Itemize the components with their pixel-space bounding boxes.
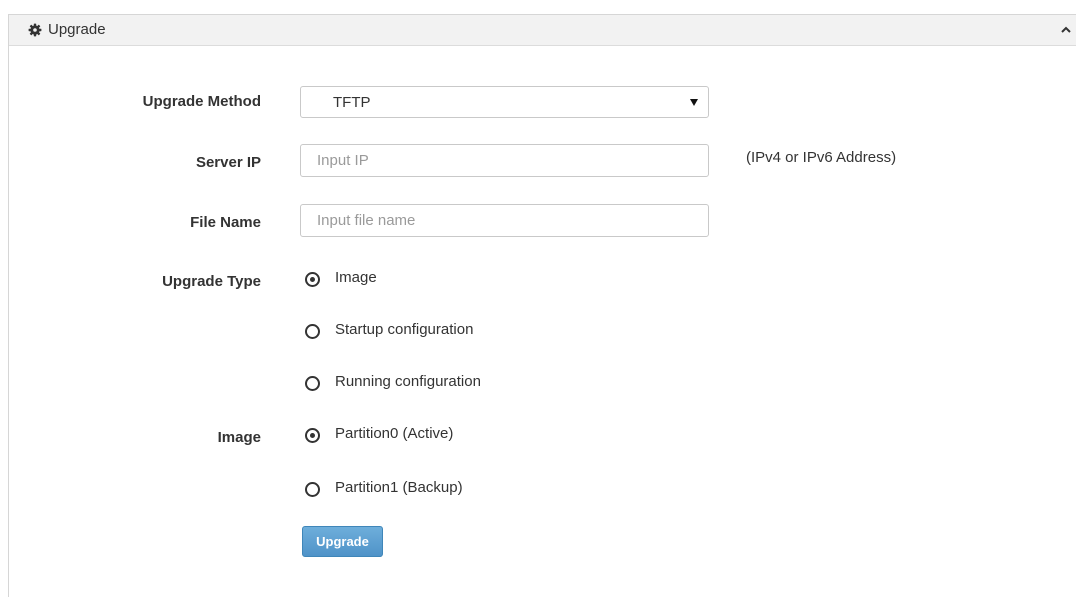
radio-button[interactable] (305, 324, 320, 339)
radio-label: Image (335, 269, 377, 286)
radio-button[interactable] (305, 376, 320, 391)
file-name-label: File Name (190, 214, 261, 231)
radio-selected-dot (310, 433, 315, 438)
upgrade-button[interactable]: Upgrade (302, 526, 383, 557)
radio-button[interactable] (305, 428, 320, 443)
upgrade-type-label: Upgrade Type (162, 273, 261, 290)
file-name-input[interactable] (300, 204, 709, 237)
server-ip-label: Server IP (195, 154, 261, 171)
gear-icon (28, 23, 42, 37)
radio-label: Startup configuration (335, 321, 474, 338)
panel-title: Upgrade (48, 21, 106, 38)
panel-header: Upgrade (9, 15, 1076, 46)
upgrade-panel: Upgrade Upgrade Method TFTP Server IP (I… (8, 14, 1076, 597)
radio-label: Running configuration (335, 373, 481, 390)
chevron-up-icon[interactable] (1060, 24, 1072, 36)
upgrade-method-select[interactable]: TFTP (300, 86, 709, 118)
radio-selected-dot (310, 277, 315, 282)
upgrade-method-label: Upgrade Method (142, 93, 261, 110)
radio-button[interactable] (305, 272, 320, 287)
upgrade-method-value: TFTP (333, 94, 371, 111)
radio-label: Partition1 (Backup) (335, 479, 463, 496)
radio-label: Partition0 (Active) (335, 425, 454, 442)
server-ip-hint: (IPv4 or IPv6 Address) (746, 149, 897, 166)
image-label: Image (217, 429, 261, 446)
radio-button[interactable] (305, 482, 320, 497)
dropdown-arrow-icon (690, 99, 698, 106)
server-ip-input[interactable] (300, 144, 709, 177)
